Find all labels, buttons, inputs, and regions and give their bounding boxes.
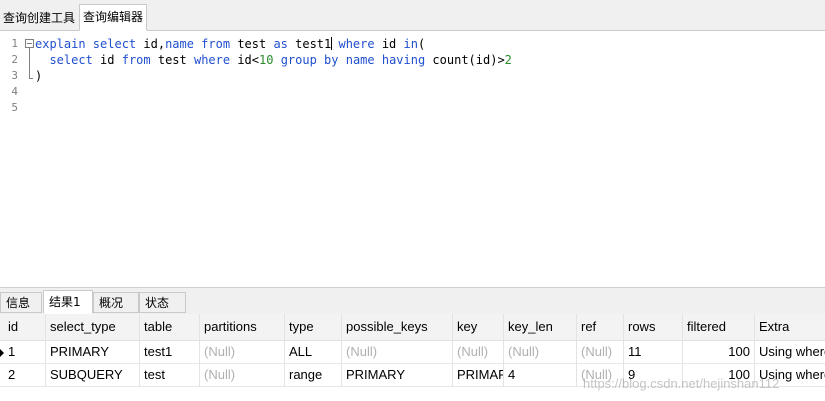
cell-select-type[interactable]: SUBQUERY [46, 364, 140, 386]
cell-possible-keys[interactable]: PRIMARY [342, 364, 453, 386]
cell-key-len[interactable]: (Null) [504, 341, 577, 363]
cell-key[interactable]: (Null) [453, 341, 504, 363]
sql-keyword: name from [165, 37, 238, 51]
cell-type[interactable]: range [285, 364, 342, 386]
collapse-icon[interactable] [25, 39, 34, 48]
tab-query-builder[interactable]: 查询创建工具 [0, 7, 78, 29]
column-header-table[interactable]: table [140, 314, 200, 340]
result-tab-bar: 信息 结果1 概况 状态 [0, 287, 825, 314]
column-header-Extra[interactable]: Extra [755, 314, 825, 340]
sql-number: 2 [504, 53, 512, 67]
column-header-id[interactable]: id [4, 314, 46, 340]
line-number: 1 [11, 37, 18, 50]
watermark: https://blog.csdn.net/hejinshan112 [583, 376, 780, 391]
line-number: 3 [11, 69, 18, 82]
cell-Extra[interactable]: Using where [755, 341, 825, 363]
cell-key[interactable]: PRIMARY [453, 364, 504, 386]
sql-token: id [381, 37, 404, 51]
cell-rows[interactable]: 11 [624, 341, 683, 363]
sql-token: ) [35, 69, 43, 83]
column-header-select-type[interactable]: select_type [46, 314, 140, 340]
tab-info[interactable]: 信息 [0, 292, 42, 313]
column-header-type[interactable]: type [285, 314, 342, 340]
code-line-2: select id from test where id<10 group by… [35, 53, 512, 67]
sql-editor[interactable]: 1 2 3 4 5 explain select id,name from te… [0, 31, 825, 285]
column-header-rows[interactable]: rows [624, 314, 683, 340]
sql-token: id< [237, 53, 260, 67]
cell-id[interactable]: 2 [4, 364, 46, 386]
sql-token: count(id)> [432, 53, 505, 67]
sql-token: id, [143, 37, 166, 51]
cell-partitions[interactable]: (Null) [200, 341, 285, 363]
sql-keyword: select [35, 53, 101, 67]
sql-keyword: explain select [35, 37, 144, 51]
sql-token: id [100, 53, 122, 67]
sql-keyword: from [121, 53, 158, 67]
column-header-ref[interactable]: ref [577, 314, 624, 340]
tab-result-1[interactable]: 结果1 [43, 290, 93, 314]
cell-table[interactable]: test [140, 364, 200, 386]
grid-header: id select_type table partitions type possible… [0, 314, 825, 341]
column-header-key-len[interactable]: key_len [504, 314, 577, 340]
table-row[interactable]: 1 PRIMARY test1 (Null) ALL (Null) (Null) (Null)… [0, 341, 825, 364]
cell-key-len[interactable]: 4 [504, 364, 577, 386]
fold-guide [29, 48, 30, 78]
sql-keyword: where [193, 53, 238, 67]
cell-filtered[interactable]: 100 [683, 341, 755, 363]
code-line-1: explain select id,name from test as test… [35, 37, 425, 51]
code-line-3: ) [35, 69, 42, 83]
sql-keyword: group by name having [280, 53, 433, 67]
sql-number: 10 [259, 53, 281, 67]
sql-keyword: where [331, 37, 382, 51]
cell-possible-keys[interactable]: (Null) [342, 341, 453, 363]
sql-token: test [157, 53, 194, 67]
sql-token: ( [417, 37, 426, 51]
cell-select-type[interactable]: PRIMARY [46, 341, 140, 363]
column-header-possible-keys[interactable]: possible_keys [342, 314, 453, 340]
cell-id[interactable]: 1 [4, 341, 46, 363]
sql-keyword: as [273, 37, 296, 51]
column-header-filtered[interactable]: filtered [683, 314, 755, 340]
cell-partitions[interactable]: (Null) [200, 364, 285, 386]
sql-keyword: in [403, 37, 418, 51]
sql-token: test [237, 37, 274, 51]
line-number: 5 [11, 101, 18, 114]
sql-token: test1 [295, 37, 332, 51]
cell-table[interactable]: test1 [140, 341, 200, 363]
column-header-partitions[interactable]: partitions [200, 314, 285, 340]
cell-type[interactable]: ALL [285, 341, 342, 363]
fold-end [29, 78, 33, 79]
line-number: 2 [11, 53, 18, 66]
tab-profile[interactable]: 概况 [93, 292, 139, 313]
cell-ref[interactable]: (Null) [577, 341, 624, 363]
tab-query-editor[interactable]: 查询编辑器 [79, 4, 148, 31]
tab-status[interactable]: 状态 [139, 292, 186, 313]
query-tab-bar: 查询创建工具 查询编辑器 [0, 0, 825, 31]
line-number: 4 [11, 85, 18, 98]
line-number-gutter: 1 2 3 4 5 [0, 31, 22, 285]
column-header-key[interactable]: key [453, 314, 504, 340]
